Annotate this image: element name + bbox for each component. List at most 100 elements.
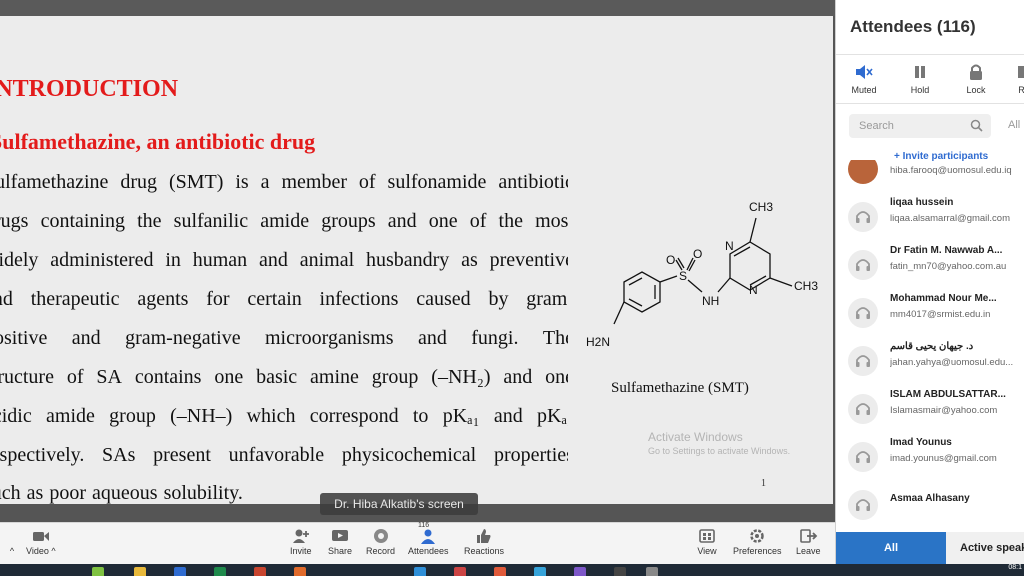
oxygen-1-label: O	[666, 253, 675, 267]
taskbar-clock: 08:1	[1008, 564, 1022, 571]
taskbar-app-icon[interactable]	[614, 567, 626, 576]
rooms-button[interactable]: Ro	[1002, 63, 1024, 95]
muted-label: Muted	[851, 85, 877, 95]
thumbs-up-icon	[477, 529, 491, 543]
attendees-icon	[421, 529, 436, 544]
slide-word: such	[0, 482, 21, 504]
headset-icon	[848, 298, 878, 328]
lock-button[interactable]: Lock	[954, 63, 998, 95]
attendee-list-item[interactable]: hiba.farooq@uomosul.edu.iq	[836, 160, 1024, 192]
search-icon	[970, 119, 983, 132]
slide-word: of	[469, 210, 487, 232]
attendee-list-item[interactable]: Mohammad Nour Me... mm4017@srmist.edu.in	[836, 288, 1024, 336]
taskbar-excel-icon[interactable]	[214, 567, 226, 576]
tab-all[interactable]: All	[836, 532, 946, 564]
slide-word: one	[214, 366, 244, 388]
video-camera-icon	[32, 532, 49, 541]
audio-options-button[interactable]: ^	[2, 527, 22, 556]
slide-word: basic	[256, 366, 298, 388]
attendees-button[interactable]: 116 Attendees	[408, 522, 449, 556]
slide-word: acidic	[0, 405, 32, 427]
attendee-controls: Muted Hold Lock Ro	[836, 54, 1024, 104]
sulfamethazine-structure: CH3 CH3 N N S O O NH H2N	[586, 200, 818, 349]
taskbar-app-icon[interactable]	[574, 567, 586, 576]
ch3-top-label: CH3	[749, 200, 773, 214]
ch3-right-label: CH3	[794, 279, 818, 293]
share-screen-icon	[332, 530, 349, 541]
slide-word: husbandry	[365, 249, 450, 271]
hold-label: Hold	[910, 85, 930, 95]
attendee-list-item[interactable]: ISLAM ABDULSATTAR... Islamasmair@yahoo.co…	[836, 384, 1024, 432]
slide-word: the	[137, 210, 162, 232]
attendee-list-item[interactable]: liqaa hussein liqaa.alsamarral@gmail.com	[836, 192, 1024, 240]
tab-active-speakers[interactable]: Active speak	[946, 532, 1024, 564]
slide-word: and	[259, 249, 288, 271]
attendee-name: د. جيهان يحيى قاسم	[890, 341, 974, 352]
attendee-list-item[interactable]: Dr Fatin M. Nawwab A... fatin_mn70@yahoo.…	[836, 240, 1024, 288]
attendee-list-item[interactable]: Imad Younus imad.younus@gmail.com	[836, 432, 1024, 480]
slide-word: and	[0, 288, 13, 310]
slide-word: for	[206, 288, 230, 310]
hold-button[interactable]: Hold	[898, 63, 942, 95]
mute-all-button[interactable]: Muted	[842, 63, 886, 95]
search-filter-dropdown[interactable]: All	[1008, 119, 1020, 131]
share-button[interactable]: Share	[328, 527, 352, 556]
taskbar-app-icon[interactable]	[646, 567, 658, 576]
slide-word: fungi.	[471, 327, 519, 349]
taskbar-app-icon[interactable]	[92, 567, 104, 576]
taskbar-word-icon[interactable]	[174, 567, 186, 576]
share-label: Share	[328, 546, 353, 556]
attendee-list-item[interactable]: د. جيهان يحيى قاسم jahan.yahya@uomosul.ed…	[836, 336, 1024, 384]
taskbar-powerpoint-icon[interactable]	[254, 567, 266, 576]
record-button[interactable]: Record	[366, 527, 395, 556]
attendee-search-input[interactable]: Search	[849, 114, 991, 138]
preferences-button[interactable]: Preferences	[733, 527, 782, 556]
windows-taskbar: 08:1	[0, 564, 1024, 576]
leave-icon	[800, 529, 818, 543]
slide-subheading: Sulfamethazine, an antibiotic drug	[0, 129, 316, 154]
gear-icon	[750, 529, 765, 543]
slide-word: drugs	[0, 210, 29, 232]
slide-word: respectively.	[0, 444, 85, 466]
slide-paragraph-line: respectively. SAs present unfavorable physic…	[0, 444, 568, 467]
slide-word: SAs	[102, 444, 136, 466]
video-button[interactable]: Video ^	[26, 527, 56, 556]
view-button[interactable]: View	[697, 527, 717, 556]
slide-word: by	[488, 288, 509, 310]
slide-heading: INTRODUCTION	[0, 76, 179, 102]
invite-participants-link[interactable]: + Invite participants	[894, 151, 989, 162]
meeting-toolbar: ^ Video ^ Invite Share Record 116 Attend…	[0, 522, 835, 564]
taskbar-browser-icon[interactable]	[534, 567, 546, 576]
taskbar-zoom-icon[interactable]	[414, 567, 426, 576]
slide-word: member	[281, 171, 347, 193]
slide-word: agents	[137, 288, 189, 310]
attendee-list-item[interactable]: Asmaa Alhasany	[836, 480, 1024, 528]
slide-word: widely	[0, 249, 39, 271]
view-layout-icon	[699, 529, 715, 543]
invite-button[interactable]: Invite	[290, 527, 312, 556]
leave-button[interactable]: Leave	[796, 527, 821, 556]
taskbar-app-icon[interactable]	[294, 567, 306, 576]
sharer-name-badge: Dr. Hiba Alkatib's screen	[320, 493, 478, 515]
taskbar-app-icon[interactable]	[494, 567, 506, 576]
slide-word: group	[109, 405, 156, 427]
reactions-button[interactable]: Reactions	[464, 527, 504, 556]
slide-word: preventive	[489, 249, 568, 271]
slide-word: therapeutic	[30, 288, 120, 310]
shared-screen-area: INTRODUCTION Sulfamethazine, an antibiot…	[0, 0, 835, 522]
slide-word: antibiotic	[498, 171, 568, 193]
avatar	[848, 160, 878, 184]
empty-icon-slot	[2, 527, 22, 545]
panel-title: Attendees (116)	[850, 17, 976, 36]
slide-word: present	[153, 444, 211, 466]
attendee-name: ISLAM ABDULSATTAR...	[890, 389, 1006, 400]
slide-word: groups	[321, 210, 376, 232]
slide-word: and	[417, 327, 447, 349]
view-label: View	[697, 546, 717, 556]
slide-paragraph-line: drugs containing the sulfanilic amide groupsa…	[0, 210, 568, 233]
slide-word: of	[66, 366, 84, 388]
taskbar-pdf-icon[interactable]	[454, 567, 466, 576]
search-placeholder: Search	[859, 120, 894, 132]
nh-label: NH	[702, 294, 719, 308]
taskbar-folder-icon[interactable]	[134, 567, 146, 576]
